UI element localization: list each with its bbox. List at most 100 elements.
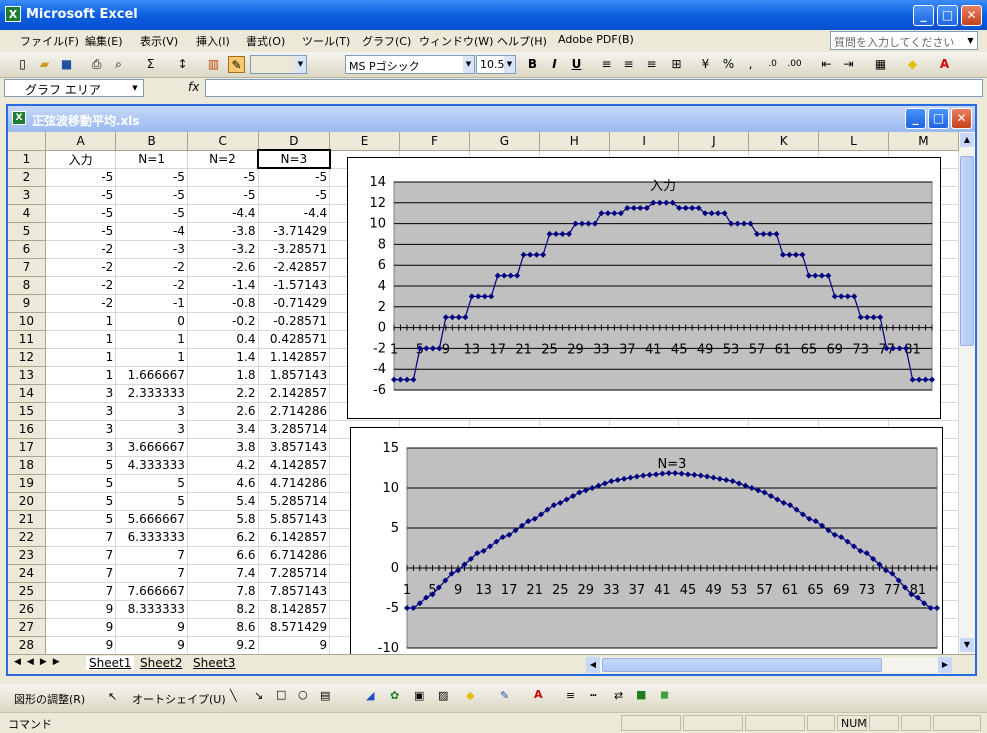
- row-header[interactable]: 11: [8, 330, 46, 349]
- row-header[interactable]: 9: [8, 294, 46, 313]
- cell-b11[interactable]: 1: [115, 330, 188, 349]
- fill-color-icon[interactable]: ◆: [904, 56, 921, 73]
- cell-a22[interactable]: 7: [45, 528, 117, 547]
- decrease-indent-icon[interactable]: ⇤: [818, 56, 835, 73]
- tab-nav-arrows-icon[interactable]: ◀◀▶▶: [14, 657, 66, 667]
- row-header[interactable]: 3: [8, 186, 46, 205]
- drawing-icon[interactable]: ✎: [228, 56, 245, 73]
- select-objects-icon[interactable]: ↖: [108, 690, 117, 703]
- bold-button[interactable]: B: [524, 56, 541, 73]
- cell-d21[interactable]: 5.857143: [258, 510, 331, 529]
- row-header[interactable]: 25: [8, 582, 46, 601]
- print-icon[interactable]: ⎙: [88, 56, 105, 73]
- increase-indent-icon[interactable]: ⇥: [840, 56, 857, 73]
- cell-d25[interactable]: 7.857143: [258, 582, 331, 601]
- font-color-icon[interactable]: A: [936, 56, 953, 73]
- column-header-c[interactable]: C: [187, 132, 259, 151]
- menu-insert[interactable]: 挿入(I): [196, 33, 230, 49]
- workbook-maximize-button[interactable]: □: [928, 108, 949, 129]
- column-header-g[interactable]: G: [469, 132, 540, 151]
- row-header[interactable]: 18: [8, 456, 46, 475]
- cell-a18[interactable]: 5: [45, 456, 117, 475]
- cell-d16[interactable]: 3.285714: [258, 420, 331, 439]
- row-header[interactable]: 2: [8, 168, 46, 187]
- cell-c20[interactable]: 5.4: [187, 492, 259, 511]
- cell-b13[interactable]: 1.666667: [115, 366, 188, 385]
- cell-a20[interactable]: 5: [45, 492, 117, 511]
- row-header[interactable]: 14: [8, 384, 46, 403]
- cell-a16[interactable]: 3: [45, 420, 117, 439]
- formula-input[interactable]: [205, 79, 983, 97]
- cell-d17[interactable]: 3.857143: [258, 438, 331, 457]
- row-header[interactable]: 26: [8, 600, 46, 619]
- cell-d19[interactable]: 4.714286: [258, 474, 331, 493]
- row-header[interactable]: 15: [8, 402, 46, 421]
- workbook-title-bar[interactable]: X 正弦波移動平均.xls _ □ ✕: [8, 106, 975, 132]
- cell-c7[interactable]: -2.6: [187, 258, 259, 277]
- cell-a26[interactable]: 9: [45, 600, 117, 619]
- cell-d22[interactable]: 6.142857: [258, 528, 331, 547]
- diagram-icon[interactable]: ✿: [390, 689, 399, 702]
- scroll-right-icon[interactable]: ▶: [938, 657, 952, 673]
- cell-c18[interactable]: 4.2: [187, 456, 259, 475]
- row-header[interactable]: 7: [8, 258, 46, 277]
- cell-c15[interactable]: 2.6: [187, 402, 259, 421]
- menu-edit[interactable]: 編集(E): [85, 33, 123, 49]
- tab-sheet3[interactable]: Sheet3: [193, 656, 235, 670]
- cell-c1[interactable]: N=2: [187, 150, 259, 169]
- cell-d4[interactable]: -4.4: [258, 204, 331, 223]
- row-header[interactable]: 12: [8, 348, 46, 367]
- cell-d10[interactable]: -0.28571: [258, 312, 331, 331]
- cell-b6[interactable]: -3: [115, 240, 188, 259]
- cell-b19[interactable]: 5: [115, 474, 188, 493]
- font-color-icon[interactable]: A: [534, 688, 543, 701]
- cell-d6[interactable]: -3.28571: [258, 240, 331, 259]
- wordart-icon[interactable]: ◢: [366, 689, 374, 702]
- cell-b23[interactable]: 7: [115, 546, 188, 565]
- cell-c8[interactable]: -1.4: [187, 276, 259, 295]
- cell-a14[interactable]: 3: [45, 384, 117, 403]
- rectangle-icon[interactable]: □: [276, 688, 286, 701]
- name-box[interactable]: グラフ エリア ▼: [4, 79, 144, 97]
- row-header[interactable]: 23: [8, 546, 46, 565]
- menu-view[interactable]: 表示(V): [140, 33, 178, 49]
- spreadsheet-grid[interactable]: A B C D E F G H I J K L M 1 入力 N=1 N=2 N=3 2 -5 -5 -5 -5 3 -5 -5-…: [8, 132, 959, 654]
- cell-c21[interactable]: 5.8: [187, 510, 259, 529]
- minimize-button[interactable]: _: [913, 5, 934, 26]
- column-header-h[interactable]: H: [539, 132, 610, 151]
- cell-d24[interactable]: 7.285714: [258, 564, 331, 583]
- merge-center-icon[interactable]: ⊞: [668, 56, 685, 73]
- cell-b17[interactable]: 3.666667: [115, 438, 188, 457]
- horizontal-scroll-thumb[interactable]: [602, 658, 882, 672]
- percent-button[interactable]: %: [720, 56, 737, 73]
- line-icon[interactable]: ╲: [230, 689, 237, 702]
- chart-title[interactable]: N=3: [658, 457, 687, 472]
- cell-b8[interactable]: -2: [115, 276, 188, 295]
- cell-d8[interactable]: -1.57143: [258, 276, 331, 295]
- menu-file[interactable]: ファイル(F): [20, 33, 79, 49]
- cell-c9[interactable]: -0.8: [187, 294, 259, 313]
- cell-d7[interactable]: -2.42857: [258, 258, 331, 277]
- cell-d26[interactable]: 8.142857: [258, 600, 331, 619]
- column-header-i[interactable]: I: [609, 132, 680, 151]
- cell-a17[interactable]: 3: [45, 438, 117, 457]
- row-header[interactable]: 1: [8, 150, 46, 169]
- chart-n3[interactable]: 15 10 5 0 -5 -10 1 5 9 13 17 21 25 29 33 37 41 45 49 53 57 61…: [350, 427, 943, 654]
- row-header[interactable]: 13: [8, 366, 46, 385]
- print-preview-icon[interactable]: ⌕: [110, 56, 127, 73]
- vertical-scroll-thumb[interactable]: [960, 156, 974, 346]
- cell-d20[interactable]: 5.285714: [258, 492, 331, 511]
- cell-c26[interactable]: 8.2: [187, 600, 259, 619]
- cell-a6[interactable]: -2: [45, 240, 117, 259]
- cell-a19[interactable]: 5: [45, 474, 117, 493]
- row-header[interactable]: 16: [8, 420, 46, 439]
- autosum-icon[interactable]: Σ: [142, 56, 159, 73]
- row-header[interactable]: 28: [8, 636, 46, 654]
- plot-area[interactable]: [406, 447, 938, 649]
- cell-a9[interactable]: -2: [45, 294, 117, 313]
- scroll-left-icon[interactable]: ◀: [586, 657, 600, 673]
- cell-b26[interactable]: 8.333333: [115, 600, 188, 619]
- cell-a11[interactable]: 1: [45, 330, 117, 349]
- cell-a21[interactable]: 5: [45, 510, 117, 529]
- row-header[interactable]: 4: [8, 204, 46, 223]
